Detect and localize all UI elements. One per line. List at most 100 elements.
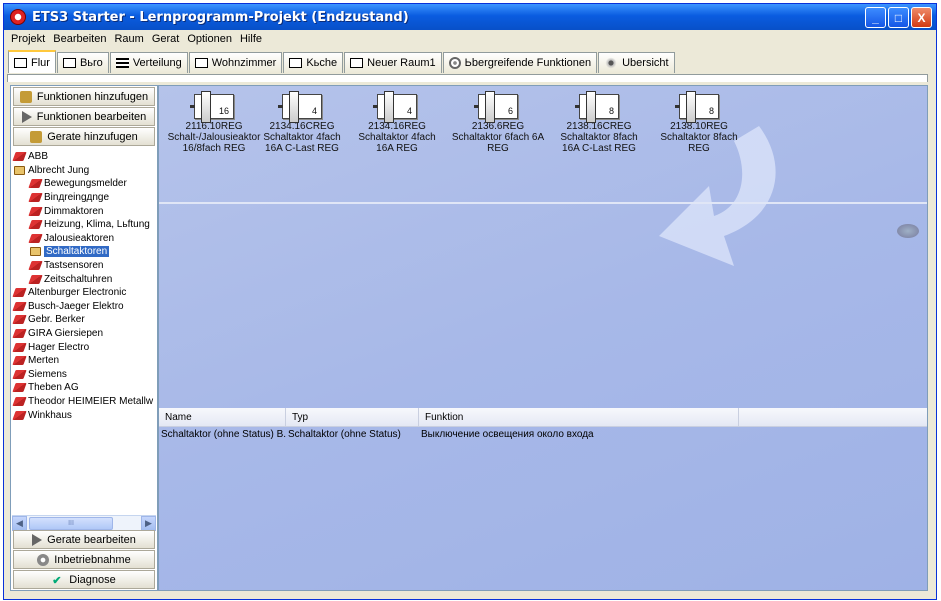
tab-label: Verteilung	[132, 57, 182, 69]
device-desc-line1: Schalt-/Jalousieaktor	[167, 132, 261, 143]
room-tab-bar: Flur Bьro Verteilung Wohnzimmer Kьche Ne…	[8, 50, 676, 74]
device-desc-line1: Schaltaktor 4fach	[263, 132, 341, 143]
channel-count: 16	[218, 106, 229, 116]
tree-item[interactable]: Jalousieaktoren	[12, 232, 156, 246]
manufacturer-icon	[12, 410, 27, 420]
manufacturer-icon	[12, 288, 27, 298]
tab-label: Kьche	[306, 57, 338, 69]
ets-app-icon	[10, 9, 26, 25]
menu-optionen[interactable]: Optionen	[183, 33, 236, 45]
tree-item-selected[interactable]: Schaltaktoren	[12, 245, 156, 259]
actuator-icon: 8	[675, 91, 719, 123]
book-icon	[14, 165, 25, 175]
button-label: Funktionen bearbeiten	[36, 110, 147, 123]
tree-item[interactable]: Busch-Jaeger Elektro	[12, 300, 156, 314]
tab-kuche[interactable]: Kьche	[283, 52, 344, 73]
tree-item[interactable]: Albrecht Jung	[12, 164, 156, 178]
device-item[interactable]: 4 2134.16REG Schaltaktor 4fach 16A REG	[347, 91, 447, 154]
tab-ubergreifende-funktionen[interactable]: Ьbergreifende Funktionen	[442, 52, 598, 73]
device-item[interactable]: 6 2136.6REG Schaltaktor 6fach 6A REG	[448, 91, 548, 154]
device-desc-line1: Schaltaktor 8fach	[660, 132, 738, 143]
device-desc-line1: Schaltaktor 8fach	[560, 132, 638, 143]
tab-ubersicht[interactable]: Ubersicht	[598, 52, 675, 73]
tree-item-label: Theben AG	[28, 382, 79, 394]
tree-item[interactable]: Gebr. Berker	[12, 313, 156, 327]
tab-wohnzimmer[interactable]: Wohnzimmer	[188, 52, 283, 73]
tree-item[interactable]: Theben AG	[12, 381, 156, 395]
tree-item-label: GIRA Giersiepen	[28, 328, 104, 340]
tree-item[interactable]: GIRA Giersiepen	[12, 327, 156, 341]
gears-icon	[37, 553, 50, 566]
manufacturer-icon	[28, 206, 43, 216]
actuator-icon: 4	[278, 91, 322, 123]
column-header-name[interactable]: Name	[159, 408, 286, 427]
manufacturer-icon	[12, 356, 27, 366]
tree-item[interactable]: Altenburger Electronic	[12, 286, 156, 300]
edit-devices-button[interactable]: Gerate bearbeiten	[13, 530, 155, 549]
tree-item[interactable]: Binдreingдnge	[12, 191, 156, 205]
tree-item[interactable]: Merten	[12, 354, 156, 368]
device-item[interactable]: 4 2134.16CREG Schaltaktor 4fach 16A C-La…	[252, 91, 352, 154]
button-label: Diagnose	[69, 573, 116, 586]
column-header-typ[interactable]: Typ	[286, 408, 419, 427]
device-desc-line2: 16A C-Last REG	[265, 143, 339, 154]
tree-item[interactable]: Siemens	[12, 368, 156, 382]
button-label: Inbetriebnahme	[54, 553, 131, 566]
tab-flur[interactable]: Flur	[8, 50, 56, 73]
edit-functions-button[interactable]: Funktionen bearbeiten	[13, 107, 155, 126]
device-item[interactable]: 16 2116.10REG Schalt-/Jalousieaktor 16/8…	[164, 91, 264, 154]
tree-item[interactable]: Winkhaus	[12, 408, 156, 422]
table-row[interactable]: Schaltaktor (ohne Status) B... Schaltakt…	[159, 427, 927, 441]
cell-funktion: Выключение освещения около входа	[421, 428, 594, 440]
tree-horizontal-scrollbar[interactable]: ◀ III ▶	[12, 515, 156, 531]
table-header: Name Typ Funktion	[159, 408, 927, 427]
tree-item[interactable]: Zeitschaltuhren	[12, 272, 156, 286]
arrow-right-icon	[21, 110, 32, 123]
tab-buro[interactable]: Bьro	[56, 52, 109, 73]
minimize-button[interactable]: _	[865, 7, 886, 28]
diagnostics-button[interactable]: ✔ Diagnose	[13, 570, 155, 589]
tree-item[interactable]: Hager Electro	[12, 340, 156, 354]
tree-item-label: Altenburger Electronic	[28, 287, 127, 299]
menu-projekt[interactable]: Projekt	[7, 33, 49, 45]
tab-neuer-raum1[interactable]: Neuer Raum1	[344, 52, 442, 73]
menu-gerat[interactable]: Gerat	[148, 33, 184, 45]
room-icon	[14, 57, 27, 68]
tree-item-label: Gebr. Berker	[28, 314, 85, 326]
tree-item[interactable]: Dimmaktoren	[12, 204, 156, 218]
tree-item[interactable]: Theodor HEIMEIER Metallw	[12, 395, 156, 409]
column-header-funktion[interactable]: Funktion	[419, 408, 739, 427]
device-item[interactable]: 8 2138.16CREG Schaltaktor 8fach 16A C-La…	[549, 91, 649, 154]
functions-table: Name Typ Funktion Schaltaktor (ohne Stat…	[159, 408, 927, 590]
manufacturer-tree: ABB Albrecht Jung Bewegungsmelder Binдre…	[12, 150, 156, 533]
actuator-icon: 8	[575, 91, 619, 123]
tree-item[interactable]: Heizung, Klima, Lьftung	[12, 218, 156, 232]
commissioning-button[interactable]: Inbetriebnahme	[13, 550, 155, 569]
manufacturer-icon	[28, 193, 43, 203]
manufacturer-icon	[12, 329, 27, 339]
title-bar[interactable]: ETS3 Starter - Lernprogramm-Projekt (End…	[4, 4, 936, 30]
tree-item-label: Merten	[28, 355, 60, 367]
menu-bearbeiten[interactable]: Bearbeiten	[49, 33, 110, 45]
tree-item[interactable]: Bewegungsmelder	[12, 177, 156, 191]
device-desc-line2: 16A REG	[376, 143, 418, 154]
functions-icon	[448, 57, 461, 69]
menu-hilfe[interactable]: Hilfe	[236, 33, 266, 45]
device-desc-line1: Schaltaktor 4fach	[358, 132, 436, 143]
add-devices-button[interactable]: Gerate hinzufugen	[13, 127, 155, 146]
window-controls: _ □ X	[865, 7, 932, 28]
menu-raum[interactable]: Raum	[110, 33, 147, 45]
add-functions-button[interactable]: Funktionen hinzufugen	[13, 87, 155, 106]
device-item[interactable]: 8 2138.10REG Schaltaktor 8fach REG	[649, 91, 749, 154]
tree-item-label: Siemens	[28, 368, 67, 380]
manufacturer-icon	[12, 315, 27, 325]
tree-item[interactable]: Tastsensoren	[12, 259, 156, 273]
close-button[interactable]: X	[911, 7, 932, 28]
tab-verteilung[interactable]: Verteilung	[109, 52, 188, 73]
device-desc-line2: 16/8fach REG	[182, 143, 246, 154]
room-icon	[350, 58, 364, 68]
maximize-button[interactable]: □	[888, 7, 909, 28]
tree-item[interactable]: ABB	[12, 150, 156, 164]
tree-item-label: Bewegungsmelder	[44, 178, 127, 190]
room-icon	[194, 58, 208, 68]
